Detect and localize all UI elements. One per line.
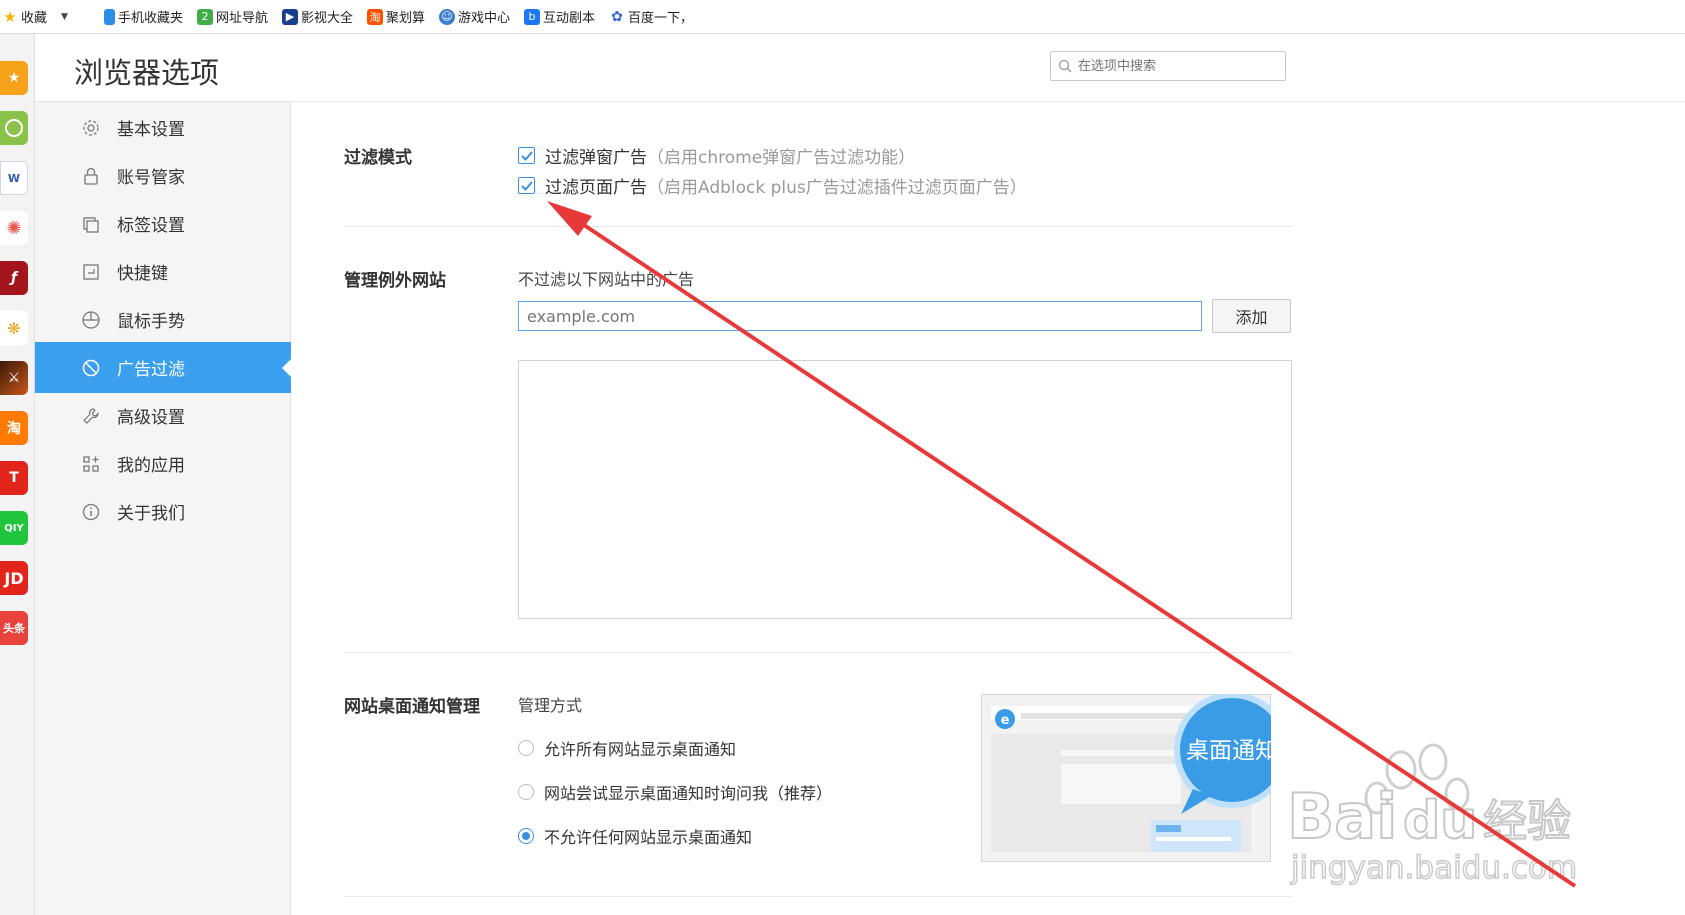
- notification-block-all-option[interactable]: 不允许任何网站显示桌面通知: [518, 824, 752, 848]
- exception-site-list[interactable]: [518, 360, 1292, 619]
- popup-ads-checkbox[interactable]: [518, 147, 535, 164]
- page-title: 浏览器选项: [74, 56, 220, 90]
- colorful-app-icon[interactable]: ❋: [0, 311, 28, 345]
- page-ads-checkbox[interactable]: [518, 177, 535, 194]
- jd-app-icon[interactable]: JD: [0, 561, 28, 595]
- section-divider: [344, 652, 1292, 653]
- svg-text:jingyan.baidu.com: jingyan.baidu.com: [1290, 850, 1577, 886]
- options-search[interactable]: [1050, 51, 1286, 81]
- taobao-app-icon[interactable]: 淘: [0, 411, 28, 445]
- search-icon: [1058, 59, 1072, 73]
- filter-page-ads-option[interactable]: 过滤页面广告 （启用Adblock plus广告过滤插件过滤页面广告）: [518, 173, 1027, 198]
- nav-item-about-us[interactable]: 关于我们: [35, 486, 291, 537]
- bookmark-juhuasuan[interactable]: 淘 聚划算: [366, 7, 425, 26]
- checkmark-icon: [520, 180, 533, 191]
- apps-icon: [83, 455, 99, 472]
- settings-nav: 基本设置 账号管家 标签设置 快捷键 鼠标手势 广告过滤 高级设置 我的应用 关…: [35, 102, 291, 915]
- nav-item-basic-settings[interactable]: 基本设置: [35, 102, 291, 153]
- nav-item-tab-settings[interactable]: 标签设置: [35, 198, 291, 249]
- taobao-icon: 淘: [366, 8, 383, 25]
- baidu-paw-icon: ✿: [611, 8, 623, 25]
- bookmark-url-nav[interactable]: 2 网址导航: [196, 7, 268, 26]
- exceptions-description: 不过滤以下网站中的广告: [518, 270, 695, 289]
- nav-item-advanced-settings[interactable]: 高级设置: [35, 390, 291, 441]
- search-input[interactable]: [1078, 58, 1268, 74]
- radio-button[interactable]: [518, 740, 534, 756]
- flash-app-icon[interactable]: ƒ: [0, 261, 28, 295]
- pinwheel-app-icon[interactable]: ✺: [0, 211, 28, 245]
- section-divider: [344, 896, 1292, 897]
- phone-icon: [103, 8, 115, 25]
- nav-item-my-apps[interactable]: 我的应用: [35, 438, 291, 489]
- nav-item-account-manager[interactable]: 账号管家: [35, 150, 291, 201]
- filter-mode-label: 过滤模式: [344, 148, 412, 168]
- iqiyi-app-icon[interactable]: QIY: [0, 511, 28, 545]
- bookmark-baidu[interactable]: ✿ 百度一下，: [609, 7, 693, 27]
- nav-item-ad-filter[interactable]: 广告过滤: [35, 342, 291, 393]
- preview-bubble-text: 桌面通知: [1186, 738, 1271, 764]
- nav-item-mouse-gestures[interactable]: 鼠标手势: [35, 294, 291, 345]
- baidu-watermark-logo: Bai du 经验 jingyan.baidu.com: [1285, 728, 1585, 888]
- radio-button-selected[interactable]: [518, 828, 534, 844]
- section-divider: [344, 226, 1292, 227]
- nav-icon: 2: [196, 8, 213, 25]
- lock-icon: [84, 167, 98, 185]
- notification-ask-option[interactable]: 网站尝试显示桌面通知时询问我（推荐）: [518, 780, 832, 804]
- notification-method-label: 管理方式: [518, 696, 583, 715]
- bookmarks-bar: ★ 收藏 ▼ 手机收藏夹 2 网址导航 ▶ 影视大全 淘 聚划算 ☺ 游戏中心 …: [0, 0, 1685, 34]
- filter-popup-ads-option[interactable]: 过滤弹窗广告 （启用chrome弹窗广告过滤功能）: [518, 143, 915, 168]
- block-icon: [82, 359, 100, 376]
- exceptions-label: 管理例外网站: [344, 271, 446, 291]
- notification-preview-image: e 桌面通知: [981, 692, 1290, 862]
- svg-text:e: e: [1001, 713, 1010, 728]
- bookmark-interactive-drama[interactable]: b 互动剧本: [524, 7, 595, 26]
- checkmark-icon: [520, 150, 533, 161]
- tmall-app-icon[interactable]: T: [0, 461, 28, 495]
- svg-text:经验: 经验: [1483, 796, 1571, 847]
- game-app-icon[interactable]: ⚔: [0, 361, 28, 395]
- notifications-label: 网站桌面通知管理: [344, 697, 480, 717]
- notification-allow-all-option[interactable]: 允许所有网站显示桌面通知: [518, 736, 736, 760]
- chevron-down-icon[interactable]: ▼: [61, 12, 68, 22]
- add-exception-button[interactable]: 添加: [1212, 299, 1291, 333]
- tabs-icon: [83, 216, 99, 233]
- gear-icon: [83, 119, 99, 136]
- info-icon: [82, 503, 100, 520]
- drama-icon: b: [524, 8, 541, 25]
- nav-item-shortcuts[interactable]: 快捷键: [35, 246, 291, 297]
- bookmark-game-center[interactable]: ☺ 游戏中心: [439, 7, 510, 26]
- radio-button[interactable]: [518, 784, 534, 800]
- svg-text:Bai: Bai: [1287, 780, 1397, 853]
- favorites-app-icon[interactable]: ★: [0, 61, 28, 95]
- toutiao-app-icon[interactable]: 头条: [0, 611, 28, 645]
- exception-url-input[interactable]: [518, 301, 1202, 331]
- svg-text:du: du: [1403, 791, 1477, 851]
- bookmark-favorites[interactable]: ★ 收藏 ▼: [2, 7, 90, 27]
- clock-app-icon[interactable]: [0, 111, 28, 145]
- word-app-icon[interactable]: W: [0, 161, 28, 195]
- app-sidebar: ★ W ✺ ƒ ❋ ⚔ 淘 T QIY JD 头条: [0, 34, 35, 915]
- bookmark-mobile-favorites[interactable]: 手机收藏夹: [103, 7, 183, 26]
- film-icon: ▶: [281, 8, 298, 25]
- mouse-icon: [82, 310, 100, 329]
- wrench-icon: [83, 407, 99, 424]
- star-icon: ★: [3, 7, 17, 26]
- bookmark-video[interactable]: ▶ 影视大全: [281, 7, 353, 26]
- game-icon: ☺: [439, 8, 455, 25]
- shortcut-icon: [83, 263, 99, 280]
